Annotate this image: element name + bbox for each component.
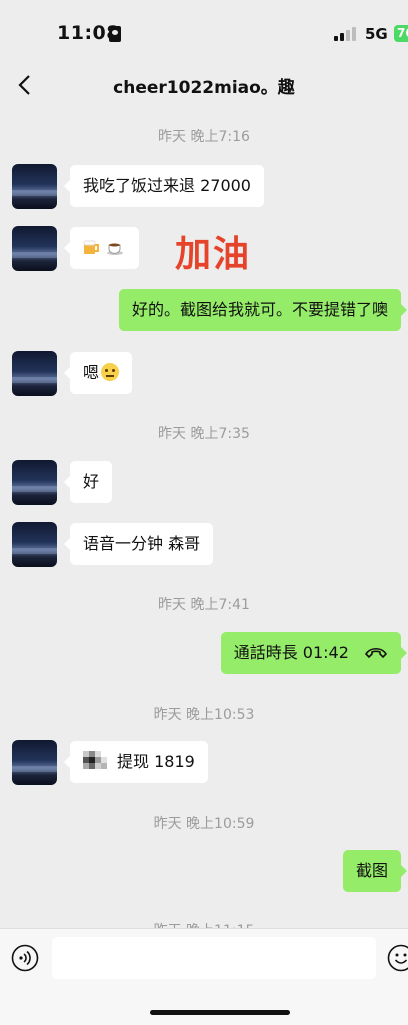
message-bubble[interactable]: 语音一分钟 森哥 — [70, 523, 213, 565]
timestamp: 昨天 晚上10:59 — [0, 813, 408, 833]
timestamp: 昨天 晚上7:41 — [0, 594, 408, 614]
redacted-pixel-block — [83, 751, 113, 771]
contact-avatar[interactable] — [12, 522, 57, 567]
message-bubble[interactable]: 好 — [70, 461, 112, 503]
message-bubble[interactable]: 好的。截图给我就可。不要提错了噢 — [119, 289, 401, 331]
emoji-picker-icon[interactable] — [387, 944, 408, 972]
status-bar: 11:08 5G 76 — [0, 0, 408, 62]
message-bubble[interactable]: 我吃了饭过来退 27000 — [70, 165, 264, 207]
message-bubble[interactable]: 嗯 — [70, 352, 132, 394]
call-record-bubble[interactable]: 通話時長 01:42 — [221, 632, 401, 674]
beer-mug-icon — [83, 239, 100, 255]
network-type: 5G — [365, 25, 388, 43]
message-bubble[interactable]: 提现 1819 — [70, 741, 208, 783]
contact-avatar[interactable] — [12, 226, 57, 271]
message-text: 提现 1819 — [117, 752, 195, 771]
message-text: 嗯 — [83, 363, 99, 382]
timestamp: 昨天 晚上10:53 — [0, 704, 408, 724]
voice-input-icon[interactable] — [11, 944, 39, 972]
neutral-face-icon — [101, 363, 119, 381]
message-bubble[interactable]: 截图 — [343, 850, 401, 892]
message-input[interactable] — [52, 937, 376, 979]
chat-header: cheer1022miao。趣 — [0, 62, 408, 108]
chat-title[interactable]: cheer1022miao。趣 — [0, 73, 408, 98]
contact-avatar[interactable] — [12, 351, 57, 396]
signal-icon — [334, 27, 358, 41]
timestamp: 昨天 晚上7:16 — [0, 126, 408, 146]
battery-icon: 76 — [394, 25, 408, 42]
home-indicator — [150, 1010, 290, 1015]
chat-history[interactable]: 昨天 晚上7:16 我吃了饭过来退 27000 加油 好的。截图给我就可。不要提… — [0, 108, 408, 928]
contact-avatar[interactable] — [12, 740, 57, 785]
timestamp: 昨天 晚上7:35 — [0, 423, 408, 443]
message-bubble[interactable] — [70, 227, 139, 269]
phone-hangup-icon — [364, 645, 388, 659]
contact-card-icon — [109, 26, 121, 42]
coffee-cup-icon — [107, 239, 124, 255]
timestamp: 昨天 晚上11:15 — [0, 920, 408, 928]
contact-avatar[interactable] — [12, 164, 57, 209]
annotation-text: 加油 — [175, 225, 251, 277]
contact-avatar[interactable] — [12, 460, 57, 505]
call-duration-text: 通話時長 01:42 — [234, 643, 349, 662]
